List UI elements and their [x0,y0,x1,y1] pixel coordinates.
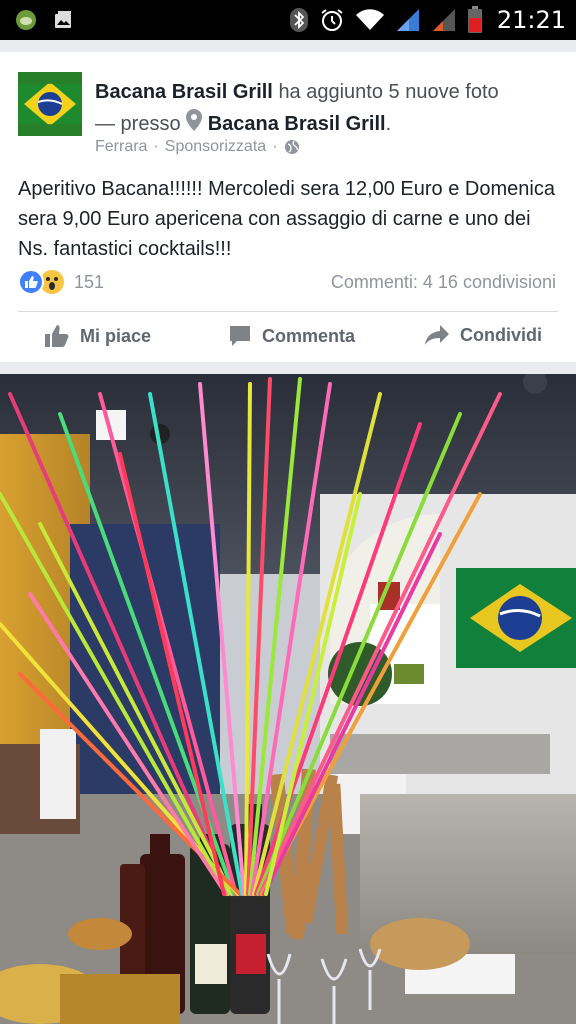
share-button-label: Condividi [460,324,542,345]
share-arrow-icon [424,324,450,346]
engagement-counts: Commenti: 4 16 condivisioni [331,272,556,293]
like-button[interactable]: Mi piace [44,324,151,348]
page-name-link[interactable]: Bacana Brasil Grill [95,81,273,103]
signal-icon [395,7,421,33]
meta-separator: · [272,138,278,155]
post-photo[interactable] [0,374,576,1024]
location-pin-icon [186,108,203,141]
reactions-summary[interactable]: 151 [18,268,104,296]
thumbs-up-icon [44,324,70,348]
post-body-text: Aperitivo Bacana!!!!!! Mercoledi sera 12… [18,178,555,260]
location-link[interactable]: Bacana Brasil Grill [208,113,386,135]
alarm-icon [319,7,345,33]
shares-count-link[interactable]: 16 condivisioni [438,272,556,292]
comment-bubble-icon [228,324,252,348]
post-action-text: ha aggiunto 5 nuove foto [278,81,499,103]
battery-icon [467,6,483,34]
comments-count-link[interactable]: Commenti: 4 [331,272,433,292]
signal-icon-2 [431,7,457,33]
comment-button[interactable]: Commenta [228,324,355,348]
gallery-icon [52,9,74,31]
status-bar: 21:21 [0,0,576,40]
globe-icon [284,139,300,155]
meta-location: Ferrara [95,138,148,155]
meta-sponsored[interactable]: Sponsorizzata [165,138,266,156]
post-header: Bacana Brasil Grill ha aggiunto 5 nuove … [95,76,555,141]
post-meta: Ferrara · Sponsorizzata · [95,138,300,156]
comment-button-label: Commenta [262,325,356,346]
reaction-count: 151 [74,271,105,292]
page-avatar[interactable] [18,72,82,136]
wifi-icon [355,8,385,32]
meta-separator: · [153,138,159,155]
post-card: Bacana Brasil Grill ha aggiunto 5 nuove … [0,52,576,362]
action-bar: Mi piace Commenta Condividi [0,318,576,358]
divider [18,311,558,312]
presso-text: — presso [95,113,181,135]
clock-time: 21:21 [496,6,566,34]
app-icon [14,8,38,32]
bluetooth-icon [289,7,309,33]
location-period: . [385,113,392,135]
like-button-label: Mi piace [80,325,152,346]
like-reaction-icon [18,269,44,295]
share-button[interactable]: Condividi [424,324,542,346]
